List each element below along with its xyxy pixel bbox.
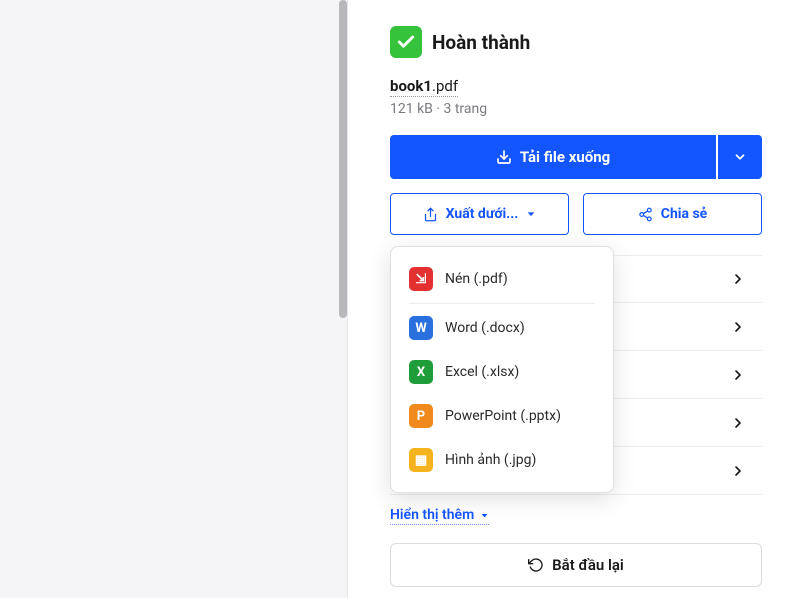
download-dropdown-button[interactable] bbox=[718, 135, 762, 179]
main-panel: Hoàn thành book1.pdf 121 kB · 3 trang Tả… bbox=[348, 0, 800, 598]
chevron-right-icon bbox=[730, 367, 746, 383]
status-row: Hoàn thành bbox=[390, 26, 762, 58]
download-button[interactable]: Tải file xuống bbox=[390, 135, 716, 179]
share-icon bbox=[638, 207, 653, 222]
status-label: Hoàn thành bbox=[432, 31, 530, 54]
export-menu-label: Excel (.xlsx) bbox=[445, 364, 519, 380]
filetype-icon: W bbox=[409, 316, 433, 340]
chevron-right-icon bbox=[730, 463, 746, 479]
preview-pane bbox=[0, 0, 348, 598]
export-menu-label: Hình ảnh (.jpg) bbox=[445, 452, 536, 468]
export-menu-item[interactable]: X Excel (.xlsx) bbox=[391, 350, 613, 394]
restart-button[interactable]: Bắt đầu lại bbox=[390, 543, 762, 587]
filename-row: book1.pdf bbox=[390, 76, 762, 97]
success-check-icon bbox=[390, 26, 422, 58]
filetype-icon: X bbox=[409, 360, 433, 384]
file-meta: 121 kB · 3 trang bbox=[390, 101, 762, 117]
caret-down-icon bbox=[526, 209, 536, 219]
chevron-right-icon bbox=[730, 271, 746, 287]
file-name[interactable]: book1.pdf bbox=[390, 77, 458, 97]
export-icon bbox=[423, 207, 438, 222]
chevron-down-icon bbox=[733, 150, 747, 164]
show-more-link[interactable]: Hiển thị thêm bbox=[390, 507, 489, 525]
export-dropdown-menu: ⇲ Nén (.pdf) W Word (.docx) X Excel (.xlsx) PP… bbox=[390, 246, 614, 493]
export-button[interactable]: Xuất dưới... bbox=[390, 193, 569, 235]
filetype-icon: ▦ bbox=[409, 448, 433, 472]
export-menu-item[interactable]: W Word (.docx) bbox=[391, 306, 613, 350]
menu-divider bbox=[409, 303, 595, 304]
export-menu-label: Word (.docx) bbox=[445, 320, 525, 336]
restart-icon bbox=[528, 557, 544, 573]
caret-down-icon bbox=[480, 511, 489, 520]
download-icon bbox=[496, 149, 512, 165]
filetype-icon: P bbox=[409, 404, 433, 428]
chevron-right-icon bbox=[730, 415, 746, 431]
share-button[interactable]: Chia sẻ bbox=[583, 193, 762, 235]
export-menu-item[interactable]: ▦ Hình ảnh (.jpg) bbox=[391, 438, 613, 482]
export-menu-item[interactable]: ⇲ Nén (.pdf) bbox=[391, 257, 613, 301]
filetype-icon: ⇲ bbox=[409, 267, 433, 291]
export-menu-label: PowerPoint (.pptx) bbox=[445, 408, 561, 424]
export-menu-item[interactable]: P PowerPoint (.pptx) bbox=[391, 394, 613, 438]
export-menu-label: Nén (.pdf) bbox=[445, 271, 508, 287]
action-row: Xuất dưới... Chia sẻ bbox=[390, 193, 762, 235]
download-row: Tải file xuống bbox=[390, 135, 762, 179]
chevron-right-icon bbox=[730, 319, 746, 335]
